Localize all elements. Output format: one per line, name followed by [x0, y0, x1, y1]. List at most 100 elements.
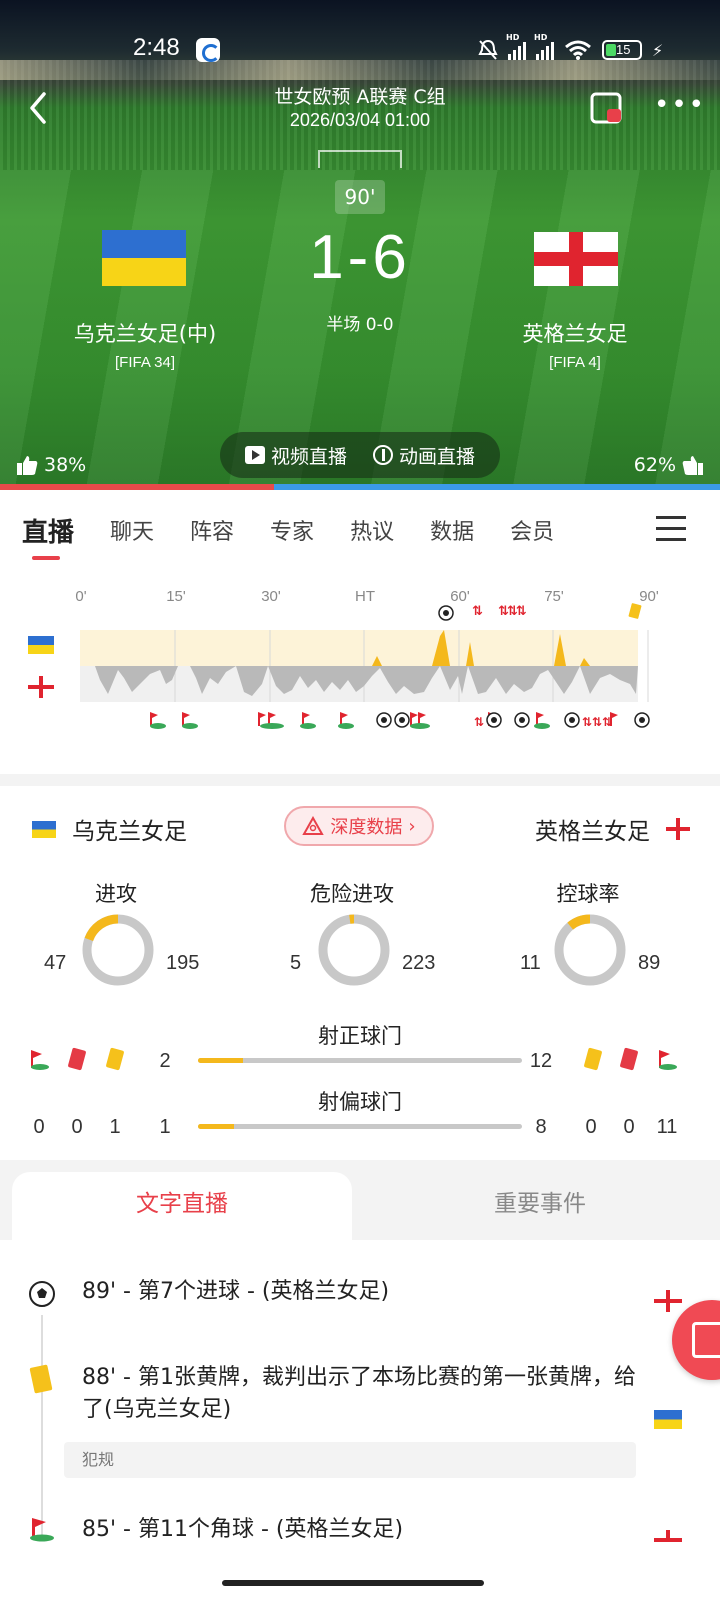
yellow-card-icon: [105, 1047, 125, 1071]
away-fifa-rank: [FIFA 4]: [549, 354, 601, 371]
attack-ring: [82, 914, 154, 986]
ring-away-arc: [318, 914, 390, 986]
away-team-name[interactable]: 英格兰女足: [470, 318, 680, 348]
bar-home-fill: [198, 1058, 244, 1063]
away-red-cards-count: 0: [623, 1116, 635, 1138]
tab-chat[interactable]: 聊天: [110, 514, 154, 546]
stat-title: 进攻: [95, 882, 137, 906]
video-play-icon: [244, 446, 265, 464]
home-team-name[interactable]: 乌克兰女足(中): [40, 318, 250, 348]
match-page: 2:48 HD HD 15 ⚡ 世女欧预 A联赛 C组 2026/03/04 0…: [0, 0, 720, 1600]
stat-title: 危险进攻: [310, 882, 394, 906]
stat-away-value: 89: [638, 952, 661, 974]
red-card-icon: [619, 1047, 639, 1071]
stat-away-value: 195: [166, 952, 200, 974]
battery-icon: 15: [602, 40, 642, 60]
away-support-fill: [273, 484, 720, 490]
signal-1-icon: HD: [506, 33, 526, 60]
goal-graphic: [318, 150, 402, 168]
live-options: 视频直播 动画直播: [220, 432, 500, 478]
match-hero: 2:48 HD HD 15 ⚡ 世女欧预 A联赛 C组 2026/03/04 0…: [0, 0, 720, 490]
away-like-percent: 62%: [633, 454, 676, 476]
stats-home-header: 乌克兰女足: [32, 812, 187, 846]
substitution-event-icon: ⇅⇅⇅: [498, 604, 527, 619]
match-minute: 90': [335, 180, 385, 214]
dangerous-attack-ring: [318, 914, 390, 986]
svg-text:⇅⇅⇅: ⇅⇅⇅: [582, 715, 612, 729]
animation-icon: [372, 445, 393, 465]
support-ratio-bar: [0, 484, 720, 490]
yellow-card-icon: [29, 1364, 53, 1394]
substitution-event-icon: ⇅: [472, 604, 483, 619]
animation-live-button[interactable]: 动画直播: [372, 442, 475, 469]
svg-text:⇅: ⇅: [474, 715, 484, 729]
stats-away-header: 英格兰女足: [535, 812, 690, 846]
home-fifa-rank: [FIFA 34]: [114, 354, 176, 371]
compose-comment-button[interactable]: [672, 1300, 720, 1380]
more-options-button[interactable]: •••: [654, 92, 704, 120]
battery-level: 15: [616, 42, 631, 57]
stats-away-name: 英格兰女足: [535, 819, 650, 845]
corner-flag-icon: [30, 1518, 54, 1542]
bar-home-fill: [198, 1124, 234, 1129]
england-cross-icon: [654, 1290, 682, 1312]
video-live-button[interactable]: 视频直播: [244, 442, 347, 469]
tab-experts[interactable]: 专家: [270, 514, 314, 546]
home-red-cards-count: 0: [71, 1116, 83, 1138]
ukraine-flag-icon: [32, 820, 56, 838]
shots-off-target-title: 射偏球门: [318, 1090, 402, 1114]
halftime-score: 半场 0-0: [326, 315, 394, 335]
away-corners-count: 11: [656, 1116, 678, 1138]
home-support-fill: [0, 484, 274, 490]
shots-on-target-title: 射正球门: [318, 1024, 402, 1048]
deep-data-button[interactable]: 深度数据 ›: [284, 806, 434, 846]
tab-live[interactable]: 直播: [22, 512, 74, 549]
timeline-event: 85' - 第11个角球 - (英格兰女足): [82, 1517, 404, 1542]
stat-away-value: 223: [402, 952, 436, 974]
ball-icon: [29, 1281, 55, 1307]
ring-away-arc: [554, 914, 626, 986]
away-yellow-cards-count: 0: [585, 1116, 597, 1138]
tab-lineup[interactable]: 阵容: [190, 514, 234, 546]
momentum-graph: [80, 630, 649, 702]
possession-stat: 控球率 11 89: [488, 878, 688, 998]
tab-key-events[interactable]: 重要事件: [360, 1172, 720, 1240]
timeline-line: [41, 1315, 43, 1540]
tab-membership[interactable]: 会员: [510, 514, 554, 546]
tab-discussion[interactable]: 热议: [350, 514, 394, 546]
status-time: 2:48: [133, 34, 180, 61]
shots-off-target-bar: [198, 1124, 522, 1129]
deep-data-label: 深度数据: [330, 817, 403, 838]
shots-off-target-home: 1: [159, 1116, 171, 1138]
england-cross-icon: [666, 818, 690, 840]
red-card-icon: [67, 1047, 87, 1071]
timeline-event: 89' - 第7个进球 - (英格兰女足): [82, 1279, 390, 1304]
chevron-right-icon: ›: [408, 815, 416, 837]
home-indicator[interactable]: [222, 1580, 484, 1586]
home-like-percent: 38%: [44, 454, 87, 476]
stat-home-value: 11: [520, 952, 541, 974]
tab-text-live[interactable]: 文字直播: [12, 1172, 352, 1240]
stat-home-value: 47: [44, 952, 67, 974]
away-like-button[interactable]: 62%: [634, 454, 704, 476]
goal-event-icon: [438, 605, 454, 621]
england-cross-icon: [654, 1530, 682, 1542]
mute-bell-icon: [478, 39, 498, 60]
section-divider: [0, 774, 720, 786]
shots-on-target-bar: [198, 1058, 522, 1063]
corner-flag-icon: [659, 1050, 677, 1070]
video-live-label: 视频直播: [270, 445, 347, 468]
shots-on-target-home: 2: [159, 1050, 171, 1072]
thumbs-up-icon: [17, 456, 38, 475]
dangerous-attack-stat: 危险进攻 5 223: [252, 878, 452, 998]
ukraine-flag-icon: [654, 1410, 682, 1429]
tabs-menu-button[interactable]: [656, 516, 686, 542]
possession-ring: [554, 914, 626, 986]
home-like-button[interactable]: 38%: [16, 454, 86, 476]
stat-title: 控球率: [556, 882, 620, 906]
picture-in-picture-button[interactable]: [590, 92, 626, 126]
attack-stat: 进攻 47 195: [16, 878, 216, 998]
match-score: 1-6: [309, 223, 411, 292]
tab-data[interactable]: 数据: [430, 514, 474, 546]
home-yellow-cards-count: 1: [109, 1116, 121, 1138]
